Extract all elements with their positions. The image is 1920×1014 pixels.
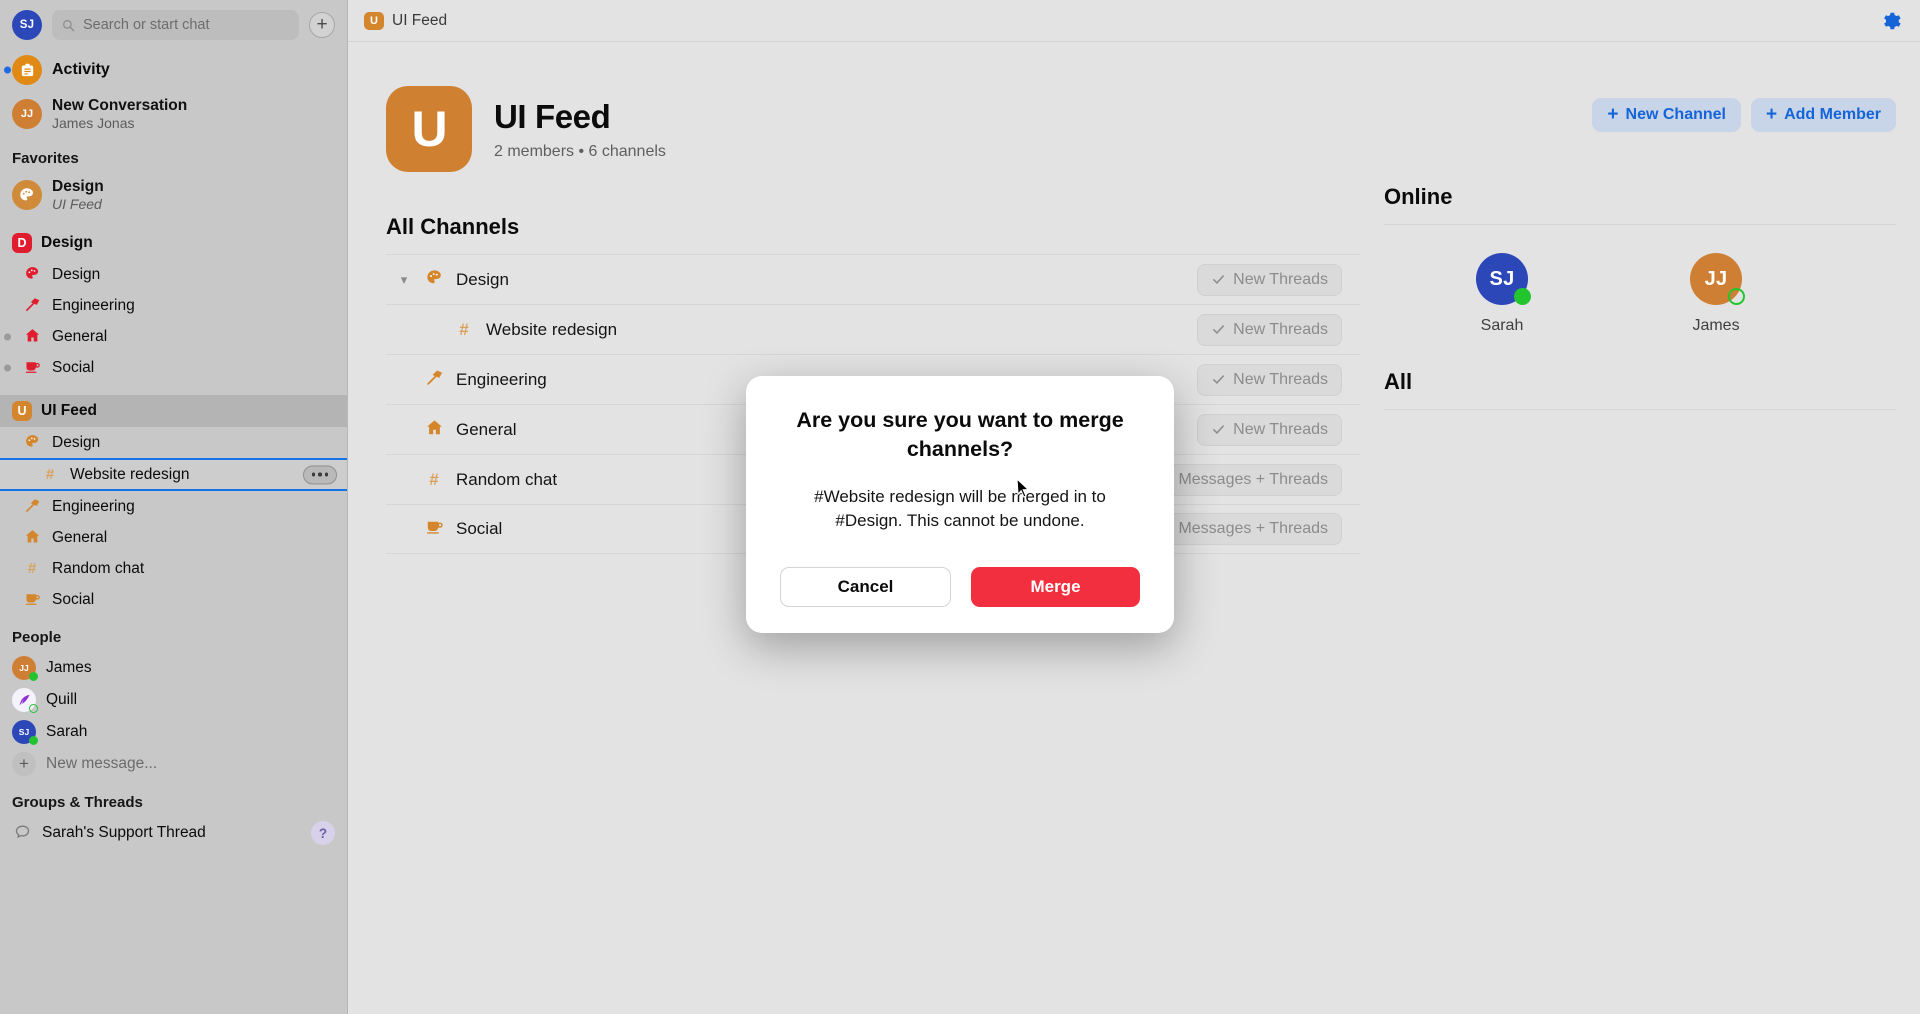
merge-confirm-dialog: Are you sure you want to merge channels?… <box>746 376 1174 634</box>
dialog-title: Are you sure you want to merge channels? <box>796 408 1124 461</box>
merge-button[interactable]: Merge <box>971 567 1140 608</box>
dialog-body: #Website redesign will be merged in to #… <box>814 487 1106 531</box>
mouse-cursor <box>1016 478 1030 498</box>
app-window: SJ Search or start chat + Activity JJ Ne… <box>0 0 1920 1014</box>
main-area: U UI Feed U UI Feed 2 members • 6 channe… <box>348 0 1920 1014</box>
cancel-button[interactable]: Cancel <box>780 567 951 608</box>
dialog-overlay: Are you sure you want to merge channels?… <box>0 0 1920 1014</box>
dialog-actions: Cancel Merge <box>780 567 1140 608</box>
